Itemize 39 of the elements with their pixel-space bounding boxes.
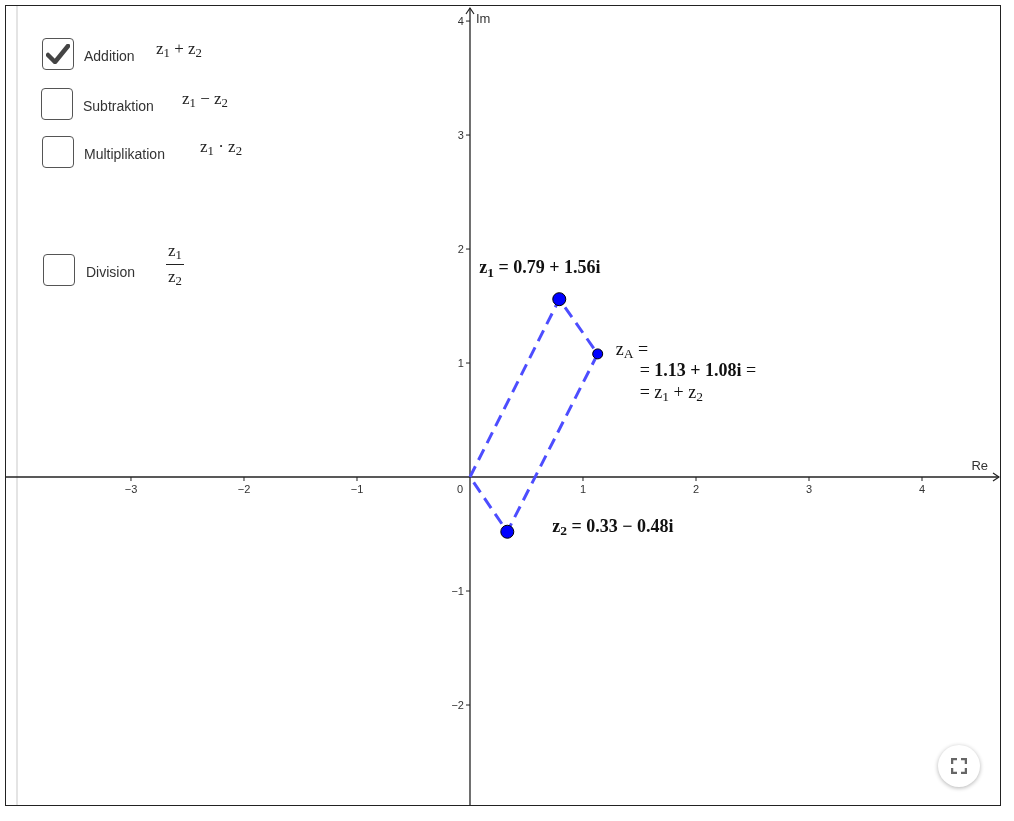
point-label: z$_{A}$ = [615,338,650,361]
tick-label: 2 [692,483,700,495]
fullscreen-button[interactable] [938,745,980,787]
point-marker[interactable] [552,292,567,307]
point-label: z$_{2}$ = 0.33 − 0.48i [552,515,674,538]
point-marker[interactable] [592,348,604,360]
tick-label: −2 [451,699,464,711]
tick-label: −1 [350,483,364,495]
tick-label: 3 [805,483,813,495]
tick-label: 4 [457,15,464,28]
formula: z$_{1}$ − z$_{2}$ [182,90,228,109]
fullscreen-icon [951,758,967,774]
checkbox[interactable] [41,88,73,120]
tick-label: −3 [124,483,138,495]
point-label: = z$_{1}$ + z$_{2}$ [638,382,704,404]
checkbox-label[interactable]: Multiplikation [84,144,165,165]
point-label: z$_{1}$ = 0.79 + 1.56i [479,257,601,279]
checkbox-label[interactable]: Division [86,262,135,283]
checkbox-label[interactable]: Subtraktion [83,96,154,117]
tick-label: 1 [457,357,464,369]
formula: z$_{1}$ + z$_{2}$ [156,40,202,59]
checkbox-label[interactable]: Addition [84,46,135,67]
point-marker[interactable] [500,524,515,539]
origin-label: 0 [456,483,464,495]
tick-label: 1 [579,483,587,495]
tick-label: −2 [237,483,251,495]
checkbox[interactable] [42,136,74,168]
checkbox[interactable] [42,38,74,70]
point-label: = 1.13 + 1.08i = [638,360,757,383]
denominator: z$_{2}$ [167,267,183,287]
checkbox[interactable] [43,254,75,286]
tick-label: 4 [918,483,926,495]
formula: z$_{1}$ · z$_{2}$ [200,138,242,157]
axis-label: Im [476,11,491,26]
numerator: z$_{1}$ [167,242,183,261]
tick-label: −1 [451,585,464,597]
axis-label: Re [971,458,988,473]
tick-label: 2 [457,243,464,256]
tick-label: 3 [457,129,464,142]
